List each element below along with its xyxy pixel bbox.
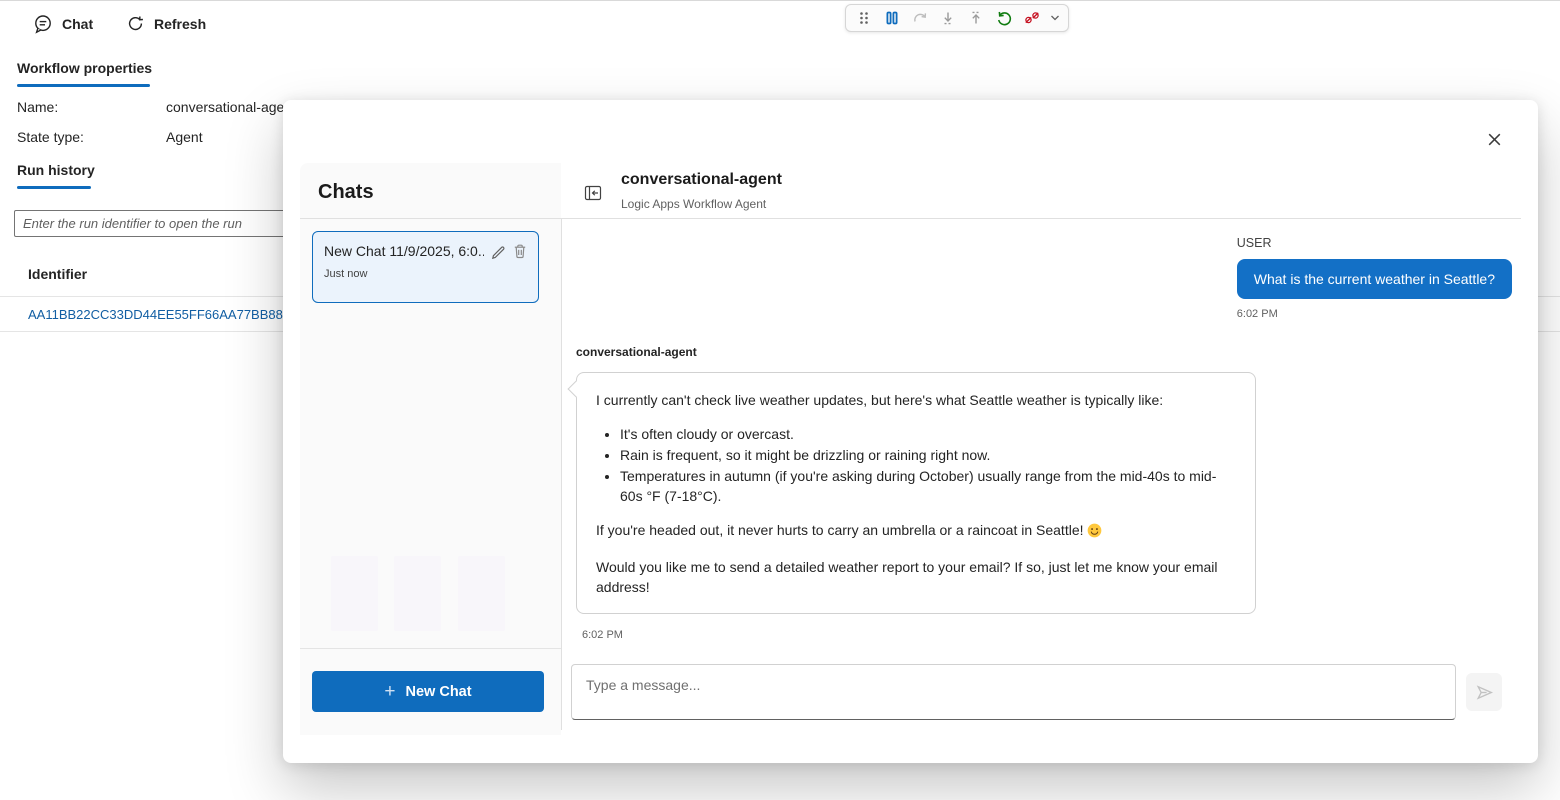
send-icon bbox=[1474, 682, 1495, 703]
user-message-bubble: What is the current weather in Seattle? bbox=[1236, 259, 1512, 299]
delete-chat-icon[interactable] bbox=[512, 243, 528, 259]
agent-message-sender: conversational-agent bbox=[576, 345, 697, 359]
new-chat-button[interactable]: + New Chat bbox=[312, 671, 544, 712]
smiley-emoji-icon bbox=[1087, 523, 1102, 543]
tab-workflow-properties[interactable]: Workflow properties bbox=[17, 60, 152, 76]
user-role-label: USER bbox=[1236, 236, 1272, 250]
run-identifier-link[interactable]: AA11BB22CC33DD44EE55FF66AA77BB88CC bbox=[28, 307, 302, 322]
arrow-up-icon[interactable] bbox=[964, 7, 988, 29]
workflow-properties-underline bbox=[17, 84, 150, 87]
chat-button[interactable]: Chat bbox=[33, 14, 93, 34]
agent-bullet-list: It's often cloudy or overcast. Rain is f… bbox=[596, 424, 1235, 506]
agent-subtitle: Logic Apps Workflow Agent bbox=[621, 197, 767, 211]
edit-chat-icon[interactable] bbox=[490, 243, 506, 259]
identifier-column-header: Identifier bbox=[28, 266, 88, 282]
agent-message-time: 6:02 PM bbox=[582, 629, 623, 642]
drag-handle-icon[interactable] bbox=[852, 7, 876, 29]
chat-item-timestamp: Just now bbox=[324, 268, 368, 280]
chat-list-item[interactable]: New Chat 11/9/2025, 6:0... Just now bbox=[312, 231, 539, 303]
breakpoints-icon[interactable] bbox=[1020, 7, 1044, 29]
bubble-tail bbox=[567, 380, 585, 398]
reset-view-icon[interactable] bbox=[992, 7, 1016, 29]
agent-paragraph: I currently can't check live weather upd… bbox=[596, 392, 1164, 408]
agent-title: conversational-agent bbox=[621, 171, 782, 188]
collapse-panel-icon[interactable] bbox=[580, 180, 606, 206]
agent-bullet: Rain is frequent, so it might be drizzli… bbox=[620, 445, 1235, 465]
name-value: conversational-agent bbox=[166, 99, 296, 115]
agent-message-bubble: I currently can't check live weather upd… bbox=[567, 372, 1256, 615]
tab-run-history[interactable]: Run history bbox=[17, 162, 95, 178]
chevron-down-icon[interactable] bbox=[1048, 7, 1062, 29]
new-chat-label: New Chat bbox=[405, 683, 472, 700]
chats-title: Chats bbox=[318, 181, 374, 203]
message-input[interactable] bbox=[571, 664, 1456, 720]
chat-item-title: New Chat 11/9/2025, 6:0... bbox=[324, 243, 484, 259]
run-history-underline bbox=[17, 186, 91, 189]
plus-icon: + bbox=[384, 681, 396, 702]
redo-icon[interactable] bbox=[908, 7, 932, 29]
send-button[interactable] bbox=[1466, 673, 1502, 711]
arrow-down-icon[interactable] bbox=[936, 7, 960, 29]
refresh-icon bbox=[126, 14, 145, 33]
refresh-button-label: Refresh bbox=[154, 15, 207, 32]
agent-bullet: Temperatures in autumn (if you're asking… bbox=[620, 466, 1235, 506]
run-identifier-input[interactable] bbox=[14, 210, 292, 237]
chat-bubble-icon bbox=[33, 14, 53, 34]
chat-panel-dialog: Chats New Chat 11/9/2025, 6:0... Just no… bbox=[283, 100, 1538, 763]
user-message-group: USER What is the current weather in Seat… bbox=[1236, 236, 1512, 320]
designer-canvas-toolbar bbox=[845, 4, 1069, 32]
skeleton-block bbox=[458, 556, 505, 631]
chat-button-label: Chat bbox=[62, 16, 94, 32]
state-type-label: State type: bbox=[17, 129, 84, 145]
skeleton-block bbox=[331, 556, 378, 631]
header-divider bbox=[300, 218, 1521, 219]
refresh-button[interactable]: Refresh bbox=[126, 14, 206, 33]
user-message-time: 6:02 PM bbox=[1236, 308, 1278, 320]
agent-bullet: It's often cloudy or overcast. bbox=[620, 424, 1235, 444]
agent-paragraph: If you're headed out, it never hurts to … bbox=[596, 520, 1235, 543]
agent-paragraph: Would you like me to send a detailed wea… bbox=[596, 559, 1218, 596]
sidebar-divider bbox=[561, 218, 562, 730]
name-label: Name: bbox=[17, 99, 59, 115]
top-border-line bbox=[0, 0, 1560, 1]
agent-message-group: conversational-agent I currently can't c… bbox=[567, 345, 1256, 642]
chats-sidebar: Chats New Chat 11/9/2025, 6:0... Just no… bbox=[300, 163, 561, 735]
close-icon[interactable] bbox=[1481, 126, 1507, 152]
sidebar-footer-divider bbox=[300, 648, 561, 649]
skeleton-block bbox=[394, 556, 441, 631]
state-type-value: Agent bbox=[166, 129, 203, 145]
pause-icon[interactable] bbox=[880, 7, 904, 29]
